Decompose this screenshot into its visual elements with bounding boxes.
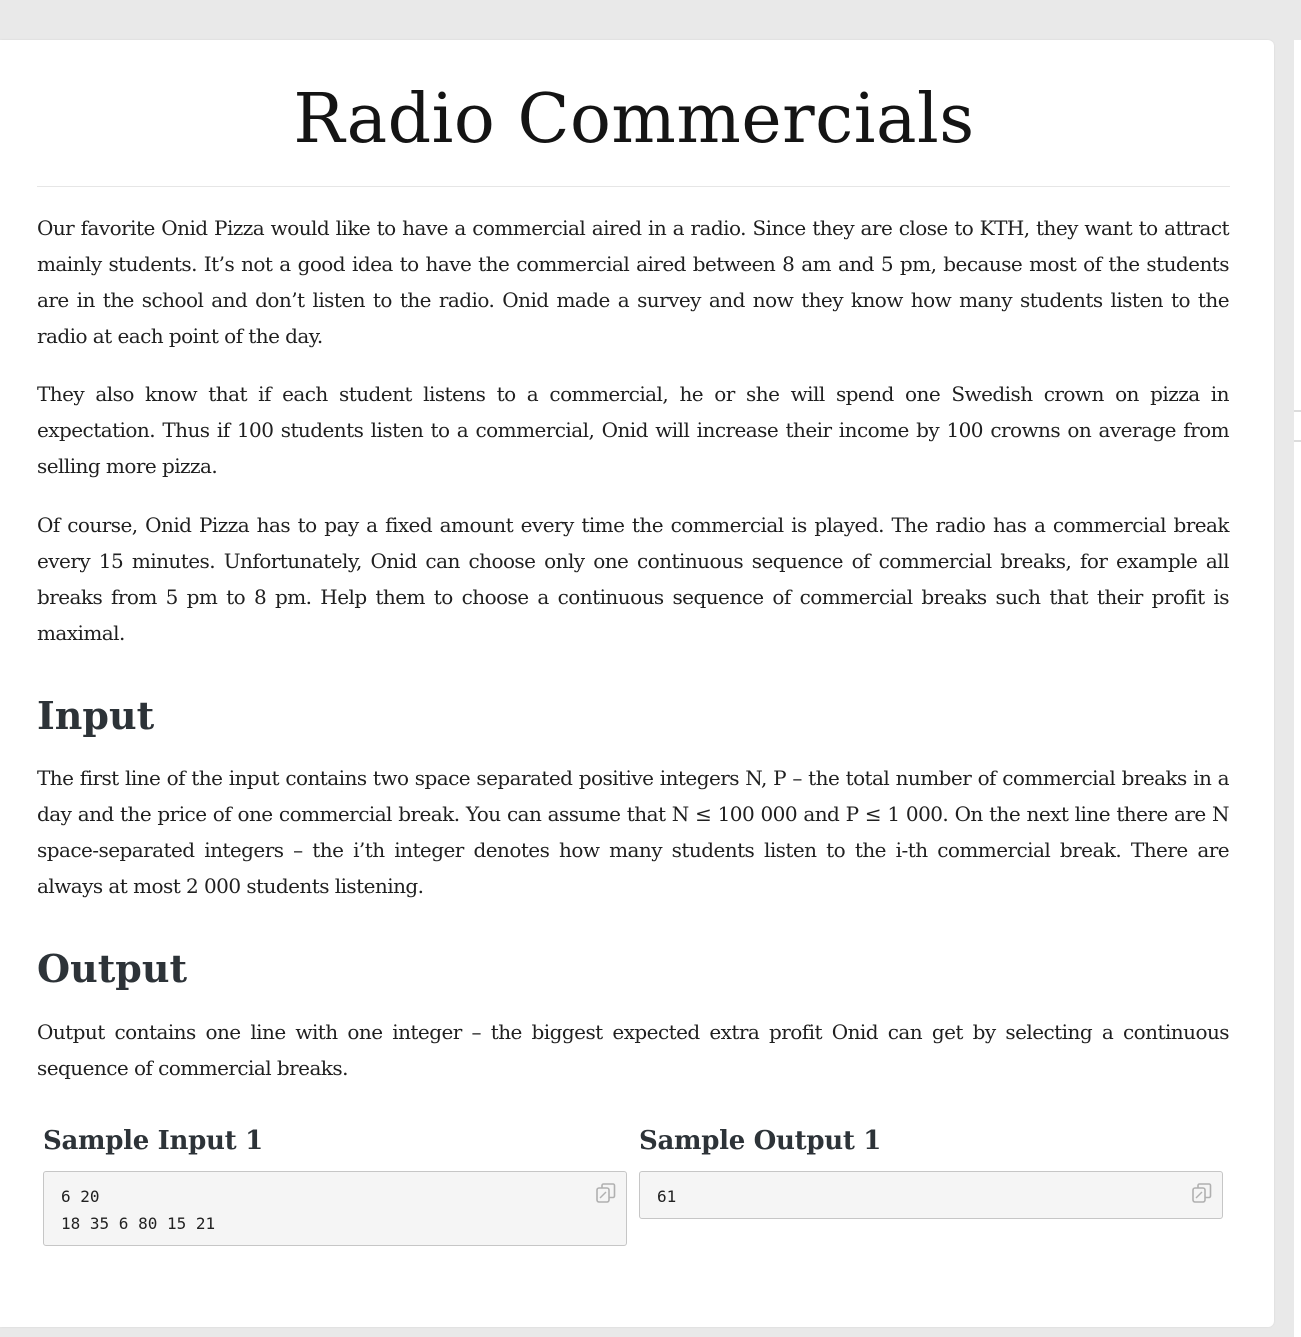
statement-paragraph-1: Our favorite Onid Pizza would like to ha… <box>37 216 1230 348</box>
output-heading: Output <box>37 946 188 991</box>
copy-icon[interactable] <box>594 1181 618 1205</box>
sample-input-box[interactable]: 6 20 18 35 6 80 15 21 <box>43 1171 627 1246</box>
divider <box>1294 410 1301 412</box>
input-heading: Input <box>37 693 155 738</box>
side-panel-edge <box>1294 40 1301 1337</box>
sample-output-box[interactable]: 61 <box>639 1171 1223 1219</box>
statement-paragraph-3: Of course, Onid Pizza has to pay a fixed… <box>37 513 1230 645</box>
statement-paragraph-2: They also know that if each student list… <box>37 382 1230 478</box>
problem-title: Radio Commercials <box>293 80 975 159</box>
title-divider <box>37 186 1230 187</box>
sample-input-value[interactable]: 6 20 18 35 6 80 15 21 <box>61 1183 215 1237</box>
input-description: The first line of the input contains two… <box>37 766 1230 898</box>
sample-input-label: Sample Input 1 <box>43 1126 263 1156</box>
sample-output-value[interactable]: 61 <box>657 1183 676 1210</box>
copy-icon[interactable] <box>1190 1181 1214 1205</box>
output-description: Output contains one line with one intege… <box>37 1020 1230 1080</box>
sample-output-label: Sample Output 1 <box>639 1126 882 1156</box>
divider <box>1294 440 1301 442</box>
